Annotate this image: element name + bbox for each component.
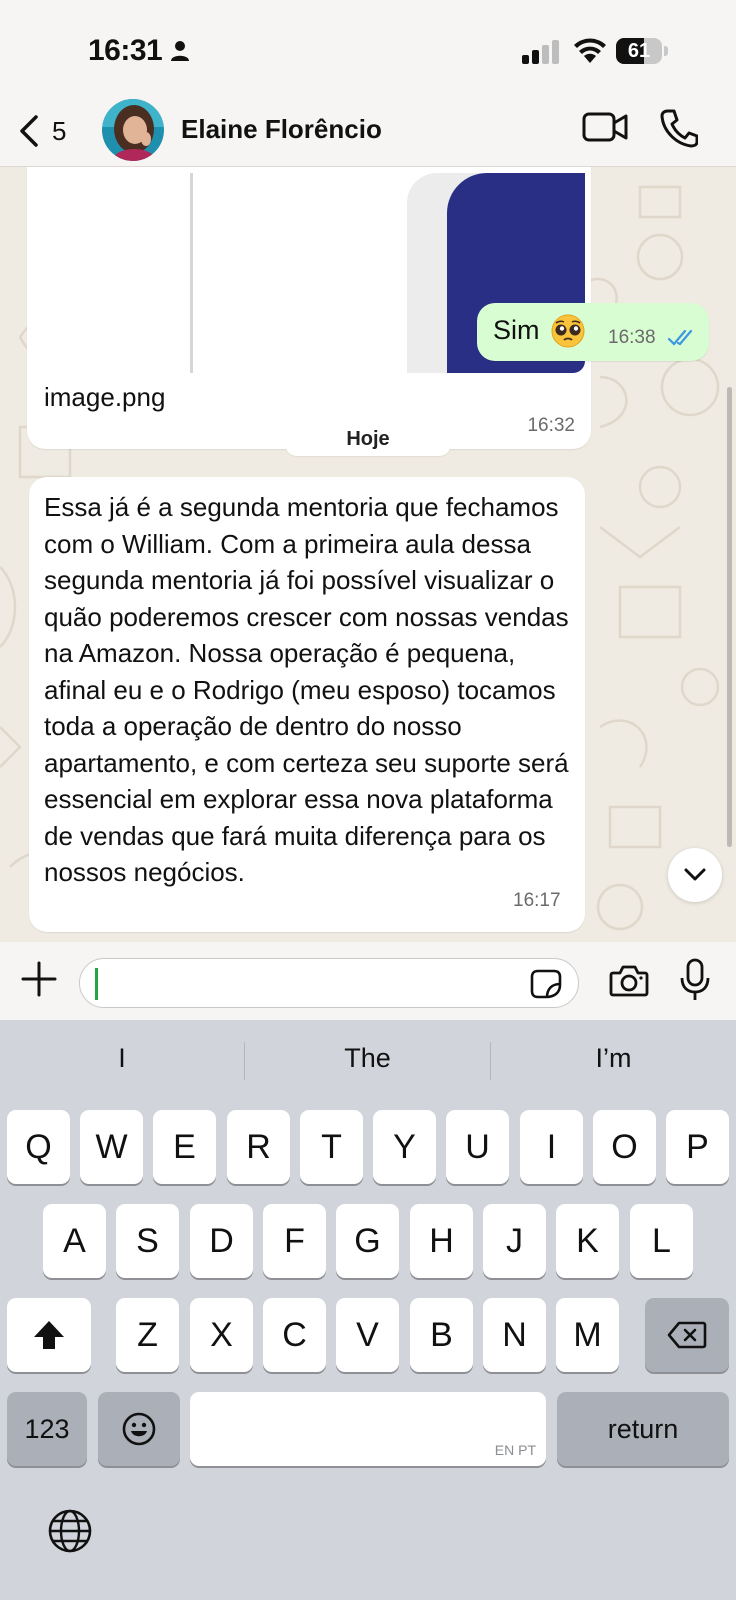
key-b[interactable]: B [410,1298,473,1372]
top-bar: 16:31 61 5 Elaine Florêncio [0,0,736,167]
key-l[interactable]: L [630,1204,693,1278]
chat-area[interactable]: image.png 16:32 Sim 16:38 Hoje Essa já é… [0,167,736,942]
key-p[interactable]: P [666,1110,729,1184]
key-f[interactable]: F [263,1204,326,1278]
sticker-icon[interactable] [530,969,562,999]
message-input-bar [0,942,736,1020]
back-button[interactable]: 5 [18,108,88,154]
key-q[interactable]: Q [7,1110,70,1184]
backspace-icon [667,1321,707,1349]
suggestion-1[interactable]: I [0,1038,244,1078]
key-v[interactable]: V [336,1298,399,1372]
camera-icon[interactable] [609,964,649,998]
return-key[interactable]: return [557,1392,729,1466]
incoming-message[interactable]: Essa já é a segunda mentoria que fechamo… [29,477,585,932]
key-w[interactable]: W [80,1110,143,1184]
key-m[interactable]: M [556,1298,619,1372]
status-time: 16:31 [88,34,163,67]
chevron-down-icon [684,868,706,881]
message-input[interactable] [79,958,579,1008]
key-j[interactable]: J [483,1204,546,1278]
key-i[interactable]: I [520,1110,583,1184]
avatar[interactable] [102,99,164,161]
key-s[interactable]: S [116,1204,179,1278]
key-x[interactable]: X [190,1298,253,1372]
message-time: 16:17 [513,890,561,911]
plus-icon[interactable] [20,960,58,998]
contact-name[interactable]: Elaine Florêncio [181,114,382,145]
unread-count: 5 [52,115,67,146]
text-cursor [95,968,98,1000]
space-key[interactable]: EN PT [190,1392,546,1466]
key-a[interactable]: A [43,1204,106,1278]
key-t[interactable]: T [300,1110,363,1184]
emoji-key[interactable] [98,1392,180,1466]
phone-icon[interactable] [660,108,698,148]
key-z[interactable]: Z [116,1298,179,1372]
image-file-name: image.png [44,382,166,412]
key-r[interactable]: R [227,1110,290,1184]
key-n[interactable]: N [483,1298,546,1372]
battery-percent: 61 [627,40,651,62]
shift-key[interactable] [7,1298,91,1372]
scroll-to-bottom-button[interactable] [668,848,722,902]
message-time: 16:32 [527,415,575,436]
message-time: 16:38 [608,327,656,348]
key-y[interactable]: Y [373,1110,436,1184]
person-icon [171,41,189,61]
signal-icon [522,40,559,64]
key-u[interactable]: U [446,1110,509,1184]
double-check-icon [667,329,693,346]
key-c[interactable]: C [263,1298,326,1372]
emoji-icon [122,1412,156,1446]
wifi-icon [574,38,606,63]
scrollbar[interactable] [727,387,732,847]
key-k[interactable]: K [556,1204,619,1278]
keyboard: I The I’m Q W E R T Y U I O P A S D F G … [0,1020,736,1600]
incoming-message-text: Essa já é a segunda mentoria que fechamo… [44,492,569,887]
key-g[interactable]: G [336,1204,399,1278]
pleading-face-emoji [551,314,585,348]
day-separator: Hoje [285,422,451,456]
suggestion-2[interactable]: The [245,1038,490,1078]
battery-icon: 61 [616,38,668,64]
key-h[interactable]: H [410,1204,473,1278]
space-language-hint: EN PT [494,1442,536,1458]
key-e[interactable]: E [153,1110,216,1184]
key-o[interactable]: O [593,1110,656,1184]
shift-icon [34,1321,64,1349]
backspace-key[interactable] [645,1298,729,1372]
numbers-key[interactable]: 123 [7,1392,87,1466]
suggestion-3[interactable]: I’m [491,1038,736,1078]
chevron-left-icon [20,115,38,147]
outgoing-message[interactable]: Sim 16:38 [477,303,709,361]
globe-icon[interactable] [47,1508,93,1554]
microphone-icon[interactable] [679,958,711,1002]
key-d[interactable]: D [190,1204,253,1278]
outgoing-message-text: Sim [493,315,540,345]
video-camera-icon[interactable] [582,110,628,144]
